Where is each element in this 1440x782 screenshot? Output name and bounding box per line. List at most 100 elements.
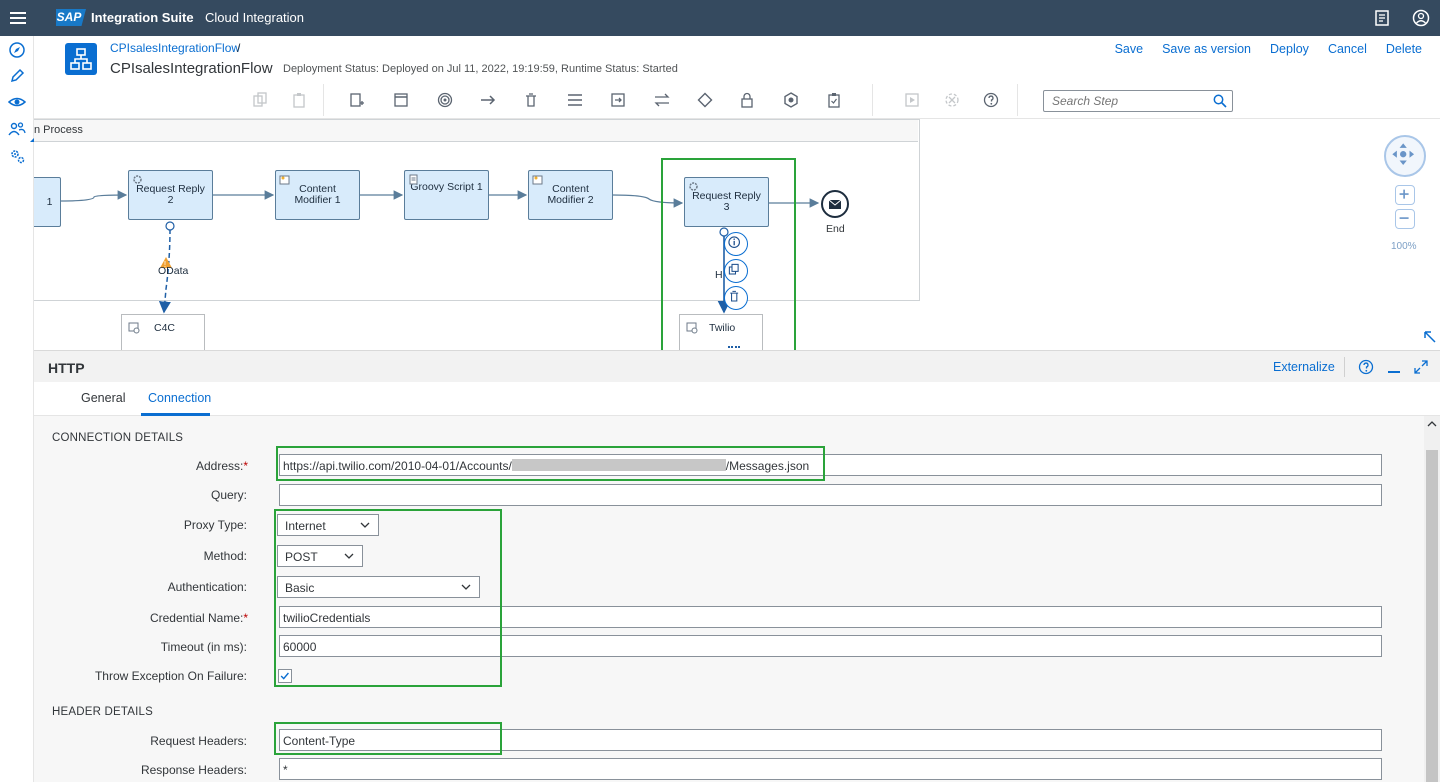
copy-context-button[interactable]	[724, 259, 748, 283]
integration-flow-canvas[interactable]: n Process ! 1 Request Reply 2 Content Mo…	[34, 118, 1440, 350]
end-event[interactable]	[821, 190, 849, 218]
copy-icon	[728, 263, 739, 275]
trash-icon	[730, 290, 739, 302]
credential-name-label: Credential Name:*	[149, 611, 248, 625]
clear-simulation-icon[interactable]	[944, 92, 960, 108]
copy-icon[interactable]	[252, 92, 268, 108]
receiver-system-icon	[128, 322, 140, 334]
help-icon[interactable]	[983, 92, 999, 108]
gear-icon	[133, 175, 142, 184]
mapping-icon[interactable]	[654, 92, 670, 108]
message-transformers-icon[interactable]	[567, 92, 583, 108]
events-icon[interactable]	[437, 92, 453, 108]
save-as-version-button[interactable]: Save as version	[1162, 42, 1251, 56]
search-step-field[interactable]	[1043, 90, 1233, 112]
proxy-type-select[interactable]: Internet	[277, 514, 379, 536]
zoom-in-button[interactable]	[1395, 185, 1415, 205]
pan-arrows-icon	[1392, 143, 1415, 166]
credential-name-input[interactable]: twilioCredentials	[279, 606, 1382, 628]
breadcrumb-separator: /	[237, 41, 241, 55]
flow-step-request-reply-2[interactable]: Request Reply 2	[128, 170, 213, 220]
receiver-system-icon	[686, 322, 698, 334]
hamburger-menu-icon[interactable]	[10, 9, 26, 27]
externalize-button[interactable]: Externalize	[1273, 360, 1335, 374]
checkmark-icon	[280, 672, 289, 680]
info-icon	[728, 236, 741, 249]
properties-panel: HTTP Externalize General Connection CONN…	[34, 350, 1440, 782]
zoom-out-button[interactable]	[1395, 209, 1415, 229]
persistence-icon[interactable]	[783, 92, 799, 108]
receiver-twilio-label: Twilio	[709, 322, 736, 334]
properties-title: HTTP	[48, 360, 85, 376]
flow-step-request-reply-3[interactable]: Request Reply 3	[684, 177, 769, 227]
http-adapter-label[interactable]: H	[715, 269, 723, 281]
save-button[interactable]: Save	[1115, 42, 1144, 56]
tab-connection[interactable]: Connection	[148, 391, 211, 405]
query-input[interactable]	[279, 484, 1382, 506]
help-icon[interactable]	[1358, 359, 1374, 375]
flow-step-content-modifier-2[interactable]: Content Modifier 2	[528, 170, 613, 220]
search-icon[interactable]	[1213, 94, 1227, 108]
scrollbar-thumb[interactable]	[1426, 450, 1438, 782]
discover-compass-icon[interactable]	[8, 41, 26, 59]
request-headers-input[interactable]: Content-Type	[279, 729, 1382, 751]
routing-diamond-icon[interactable]	[697, 92, 713, 108]
notes-icon[interactable]	[1373, 9, 1391, 27]
delete-step-icon[interactable]	[523, 92, 539, 108]
connection-details-heading: CONNECTION DETAILS	[52, 432, 184, 444]
call-icon[interactable]	[610, 92, 626, 108]
simulate-play-icon[interactable]	[904, 92, 920, 108]
receiver-twilio[interactable]: Twilio	[679, 314, 763, 350]
left-navigation	[0, 36, 36, 782]
deploy-button[interactable]: Deploy	[1270, 42, 1309, 56]
info-context-button[interactable]	[724, 232, 748, 256]
tab-general[interactable]: General	[81, 391, 125, 405]
expand-canvas-icon[interactable]	[1423, 330, 1437, 344]
flow-step-start-partial[interactable]: 1	[34, 177, 61, 227]
delete-context-button[interactable]	[724, 286, 748, 310]
request-headers-label: Request Headers:	[150, 734, 247, 748]
throw-exception-checkbox[interactable]	[278, 669, 292, 683]
process-icon[interactable]	[393, 92, 409, 108]
content-modifier-icon	[532, 175, 543, 185]
odata-adapter-label[interactable]: OData	[158, 265, 188, 277]
minimize-icon[interactable]	[1386, 359, 1402, 375]
proxy-type-label: Proxy Type:	[183, 518, 247, 532]
chevron-down-icon	[360, 522, 370, 528]
maximize-icon[interactable]	[1413, 359, 1429, 375]
settings-gears-icon[interactable]	[8, 147, 26, 165]
address-input[interactable]: https://api.twilio.com/2010-04-01/Accoun…	[279, 454, 1382, 476]
connector-arrow-icon[interactable]	[480, 92, 496, 108]
response-headers-input[interactable]: *	[279, 758, 1382, 780]
paste-icon[interactable]	[291, 92, 307, 108]
delete-button[interactable]: Delete	[1386, 42, 1422, 56]
timeout-label: Timeout (in ms):	[160, 640, 247, 654]
user-profile-icon[interactable]	[1412, 9, 1430, 27]
scroll-up-icon[interactable]	[1427, 420, 1437, 428]
authentication-select[interactable]: Basic	[277, 576, 480, 598]
method-select[interactable]: POST	[277, 545, 363, 567]
page-title: CPIsalesIntegrationFlow	[110, 60, 273, 77]
search-step-input[interactable]	[1044, 91, 1204, 111]
cancel-button[interactable]: Cancel	[1328, 42, 1367, 56]
flow-step-content-modifier-1[interactable]: Content Modifier 1	[275, 170, 360, 220]
script-icon	[409, 174, 418, 185]
object-header: CPIsalesIntegrationFlow / CPIsalesIntegr…	[34, 36, 1440, 120]
design-pencil-icon[interactable]	[8, 67, 26, 85]
pan-navigation-control[interactable]	[1384, 135, 1426, 177]
validator-icon[interactable]	[826, 92, 842, 108]
timeout-input[interactable]: 60000	[279, 635, 1382, 657]
receiver-c4c[interactable]: C4C	[121, 314, 205, 350]
gear-icon	[689, 182, 698, 191]
monitor-eye-icon[interactable]	[8, 93, 26, 111]
manage-users-icon[interactable]	[8, 120, 26, 138]
deployment-status: Deployment Status: Deployed on Jul 11, 2…	[283, 63, 678, 75]
throw-exception-label: Throw Exception On Failure:	[94, 669, 247, 683]
flow-step-groovy-script-1[interactable]: Groovy Script 1	[404, 170, 489, 220]
security-lock-icon[interactable]	[739, 92, 755, 108]
resize-handle[interactable]	[728, 346, 740, 349]
breadcrumb-link[interactable]: CPIsalesIntegrationFlow	[110, 41, 240, 55]
properties-header: HTTP Externalize	[34, 350, 1440, 382]
properties-scrollbar[interactable]	[1424, 416, 1440, 782]
add-participant-icon[interactable]	[349, 92, 365, 108]
